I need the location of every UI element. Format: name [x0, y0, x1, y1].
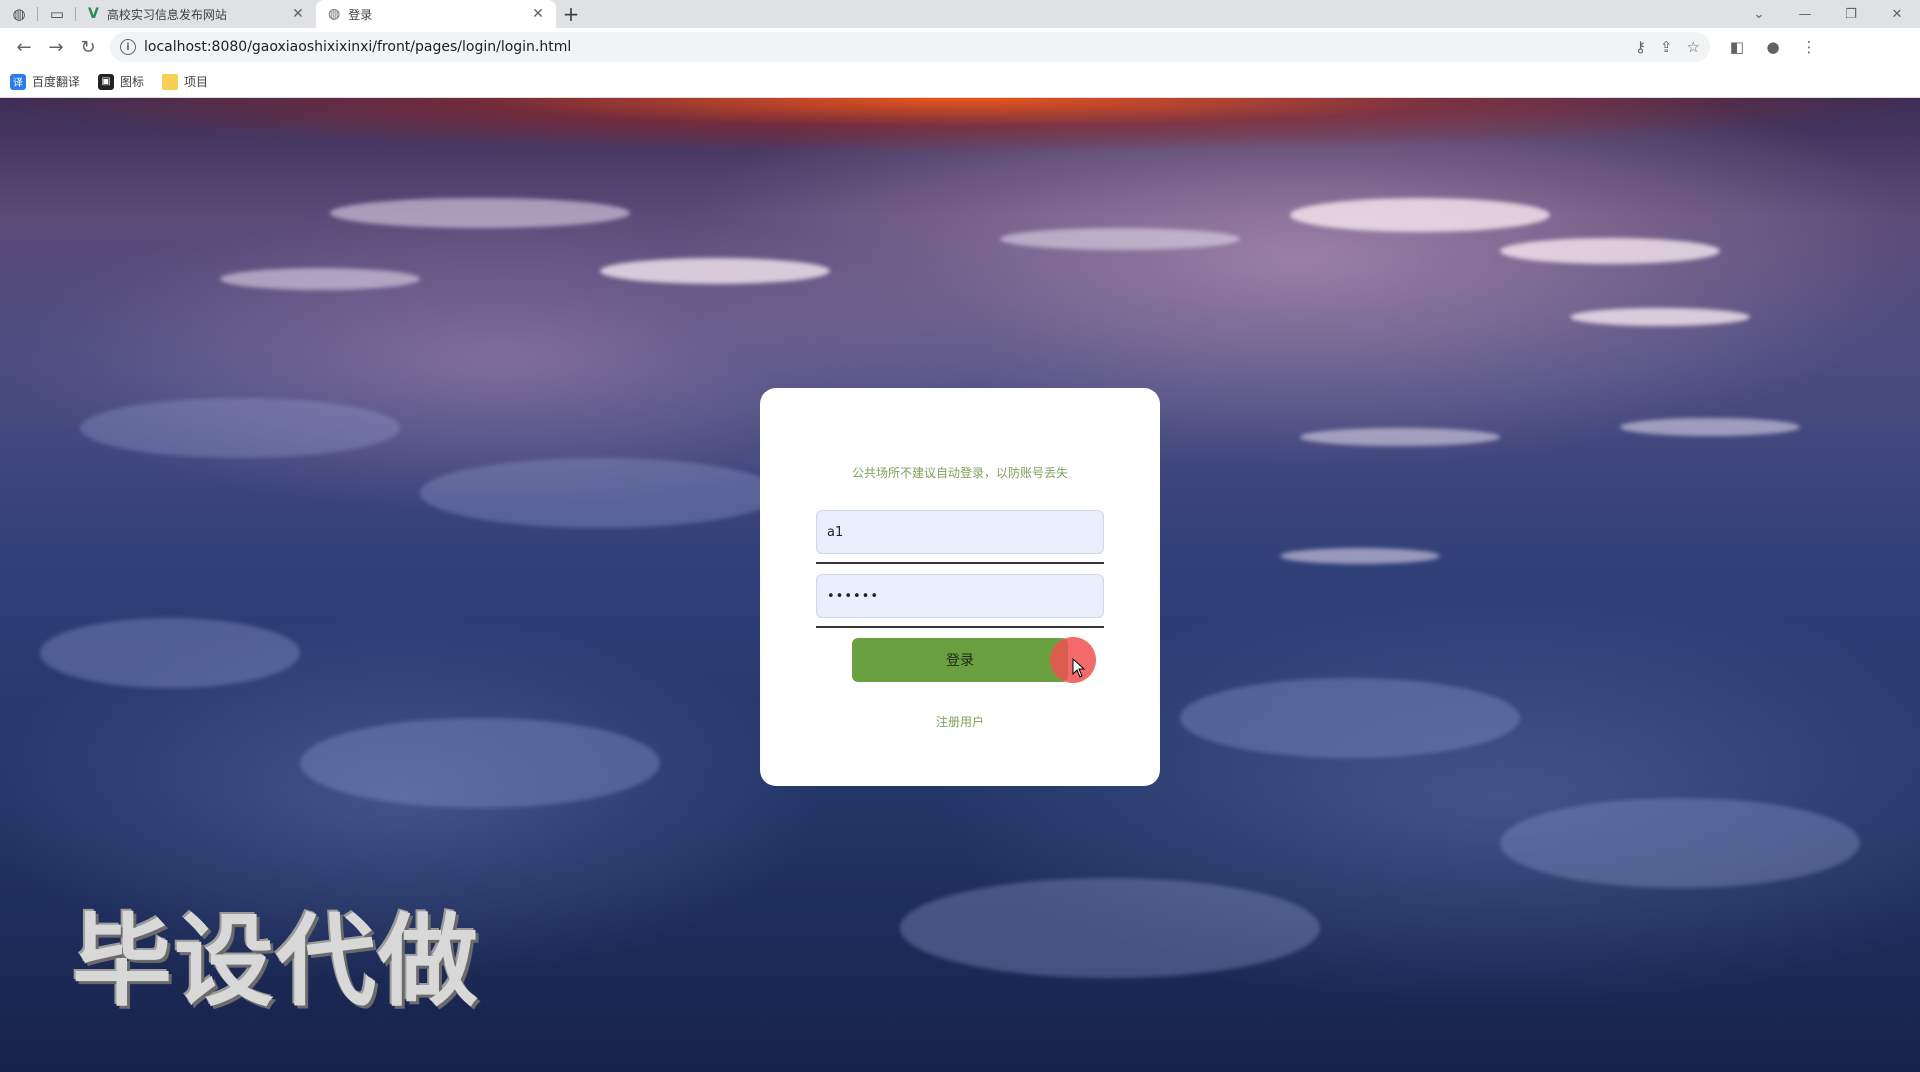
restore-button[interactable]: ❐: [1828, 7, 1874, 22]
toolbar-right: ◧ ● ⋮: [1722, 32, 1824, 62]
cloud-shape: [1620, 418, 1800, 436]
cloud-shape: [80, 398, 400, 458]
login-page-background: 公共场所不建议自动登录，以防账号丢失 a1 •••••• 登录 注册用户 毕设代…: [0, 98, 1920, 1072]
star-icon[interactable]: ☆: [1687, 38, 1700, 56]
cloud-shape: [1290, 198, 1550, 232]
cloud-shape: [420, 458, 780, 528]
bookmarks-bar: 译 百度翻译 ▣ 图标 项目: [0, 66, 1920, 98]
v-logo-icon: V: [88, 6, 99, 22]
bookmark-baidu-translate[interactable]: 译 百度翻译: [10, 73, 80, 90]
bookmark-icons[interactable]: ▣ 图标: [98, 73, 144, 90]
cloud-shape: [1500, 798, 1860, 888]
close-icon[interactable]: ✕: [530, 6, 546, 22]
cloud-shape: [1500, 238, 1720, 264]
password-input[interactable]: ••••••: [816, 574, 1104, 618]
image-icon: ▣: [98, 73, 115, 90]
cloud-shape: [40, 618, 300, 688]
close-icon[interactable]: ✕: [290, 6, 306, 22]
close-window-button[interactable]: ✕: [1874, 7, 1920, 22]
login-button[interactable]: 登录: [852, 638, 1068, 682]
tab-title: 登录: [348, 7, 373, 22]
key-icon[interactable]: ⚷: [1635, 38, 1646, 56]
blank-page-icon: ▭: [49, 5, 65, 23]
browser-tab-strip: ◍ ▭ V 高校实习信息发布网站 ✕ ◍ 登录 ✕ + ⌄ — ❐ ✕: [0, 0, 1920, 28]
folder-icon: [162, 73, 179, 90]
address-url[interactable]: localhost:8080/gaoxiaoshixixinxi/front/p…: [144, 39, 1627, 55]
cloud-shape: [1180, 678, 1520, 758]
omnibox-actions: ⚷ ⇪ ☆: [1635, 38, 1700, 56]
auto-login-notice: 公共场所不建议自动登录，以防账号丢失: [851, 466, 1068, 480]
watermark-text: 毕设代做: [72, 903, 480, 1020]
tab-search-chevron-icon[interactable]: ⌄: [1736, 7, 1782, 22]
back-button[interactable]: ←: [8, 31, 40, 63]
input-divider: [816, 626, 1104, 628]
input-divider: [816, 562, 1104, 564]
mouse-cursor-icon: [1072, 658, 1086, 678]
cloud-shape: [220, 268, 420, 290]
browser-toolbar: ← → ↻ i localhost:8080/gaoxiaoshixixinxi…: [0, 28, 1920, 66]
new-tab-button[interactable]: +: [556, 0, 586, 28]
cloud-shape: [900, 878, 1320, 978]
tab-title: 高校实习信息发布网站: [106, 7, 227, 22]
cloud-shape: [330, 198, 630, 228]
forward-button[interactable]: →: [40, 31, 72, 63]
minimize-button[interactable]: —: [1782, 7, 1828, 22]
cloud-shape: [1280, 548, 1440, 564]
reload-button[interactable]: ↻: [72, 31, 104, 63]
globe-icon: ◍: [12, 5, 26, 23]
window-controls: ⌄ — ❐ ✕: [1736, 0, 1920, 28]
username-input[interactable]: a1: [816, 510, 1104, 554]
tab-login[interactable]: ◍ 登录 ✕: [316, 0, 556, 28]
cloud-shape: [1000, 228, 1240, 250]
bookmark-label: 项目: [184, 75, 209, 89]
bookmark-projects[interactable]: 项目: [162, 73, 208, 90]
translate-icon: 译: [10, 73, 26, 90]
login-card: 公共场所不建议自动登录，以防账号丢失 a1 •••••• 登录 注册用户: [760, 388, 1160, 786]
tab-gaoxiao-site[interactable]: V 高校实习信息发布网站 ✕: [76, 0, 316, 28]
register-link[interactable]: 注册用户: [760, 713, 1160, 730]
menu-kebab-icon[interactable]: ⋮: [1794, 32, 1824, 62]
cloud-shape: [300, 718, 660, 808]
address-bar[interactable]: i localhost:8080/gaoxiaoshixixinxi/front…: [110, 32, 1710, 62]
cloud-shape: [600, 258, 830, 284]
share-icon[interactable]: ⇪: [1660, 38, 1673, 56]
bookmark-label: 百度翻译: [32, 75, 81, 89]
bookmark-label: 图标: [120, 75, 145, 89]
globe-icon: ◍: [328, 6, 341, 22]
cloud-shape: [1570, 308, 1750, 326]
profile-avatar-icon[interactable]: ●: [1758, 32, 1788, 62]
cloud-shape: [1300, 428, 1500, 446]
pinned-tab-globe[interactable]: ◍: [0, 0, 38, 28]
side-panel-icon[interactable]: ◧: [1722, 32, 1752, 62]
site-info-icon[interactable]: i: [120, 39, 136, 55]
pinned-tab-blank[interactable]: ▭: [38, 0, 76, 28]
